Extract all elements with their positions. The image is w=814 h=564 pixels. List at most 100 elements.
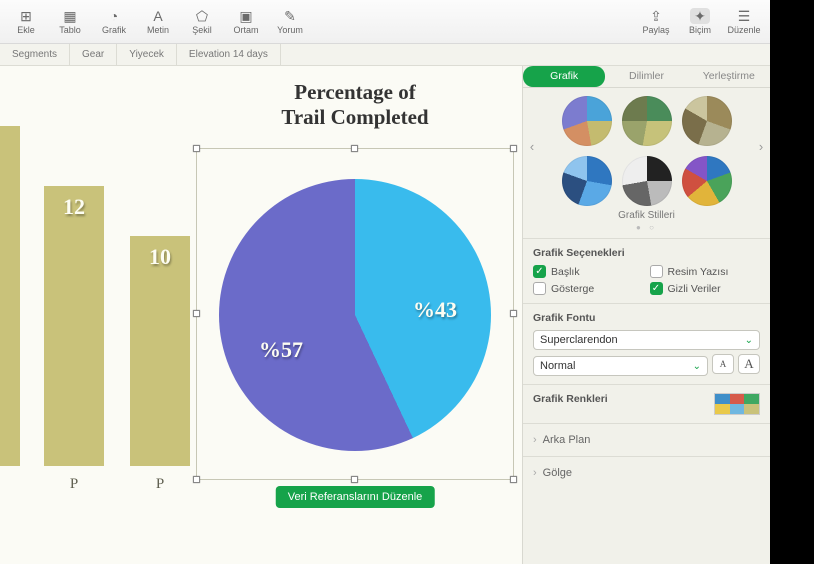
bar-value: 12 xyxy=(44,194,104,220)
resize-handle[interactable] xyxy=(510,310,517,317)
toolbar-label: Paylaş xyxy=(642,25,669,35)
biçim-toolbar-button[interactable]: ✦Biçim xyxy=(682,8,718,35)
inspector-tab-grafik[interactable]: Grafik xyxy=(523,66,605,87)
option-resim-yazısı[interactable]: Resim Yazısı xyxy=(650,265,761,278)
sheet-tab[interactable]: Elevation 14 days xyxy=(177,44,281,65)
şekil-toolbar-button[interactable]: ⬠Şekil xyxy=(184,8,220,35)
font-family-select[interactable]: Superclarendon ⌄ xyxy=(533,330,760,350)
toolbar-label: Metin xyxy=(147,25,169,35)
sheet-tab[interactable]: Segments xyxy=(0,44,70,65)
chart-icon: ◔ xyxy=(104,8,124,24)
toolbar-label: Ortam xyxy=(233,25,258,35)
chart-style-swatch[interactable] xyxy=(622,156,672,206)
metin-toolbar-button[interactable]: AMetin xyxy=(140,8,176,35)
section-title: Grafik Seçenekleri xyxy=(533,247,760,259)
section-title: Grafik Renkleri xyxy=(533,393,608,405)
comment-icon: ✎ xyxy=(280,8,300,24)
inspector-tab-yerleştirme[interactable]: Yerleştirme xyxy=(688,66,770,87)
toolbar-label: Grafik xyxy=(102,25,126,35)
text-icon: A xyxy=(148,8,168,24)
toolbar-label: Tablo xyxy=(59,25,81,35)
color-palette-button[interactable] xyxy=(714,393,760,415)
chart-style-swatch[interactable] xyxy=(682,156,732,206)
slice-label: %43 xyxy=(413,297,457,323)
ortam-toolbar-button[interactable]: ▣Ortam xyxy=(228,8,264,35)
inspector-tab-dilimler[interactable]: Dilimler xyxy=(605,66,687,87)
format-inspector: GrafikDilimlerYerleştirme ‹ › Grafik Sti… xyxy=(522,66,770,564)
option-başlık[interactable]: ✓Başlık xyxy=(533,265,644,278)
paylaş-toolbar-button[interactable]: ⇪Paylaş xyxy=(638,8,674,35)
resize-handle[interactable] xyxy=(351,476,358,483)
toolbar-label: Biçim xyxy=(689,25,711,35)
düzenle-toolbar-button[interactable]: ☰Düzenle xyxy=(726,8,762,35)
chart-options-section: Grafik Seçenekleri ✓BaşlıkResim YazısıGö… xyxy=(523,238,770,303)
sheet-tab[interactable]: Gear xyxy=(70,44,117,65)
sheet-tab[interactable]: Yiyecek xyxy=(117,44,177,65)
bar-value: 10 xyxy=(130,244,190,270)
organize-icon: ☰ xyxy=(734,8,754,24)
canvas[interactable]: 12P10P Percentage of Trail Completed %43… xyxy=(0,66,522,564)
main-toolbar: ⊞Ekle ▦Tablo ◔Grafik AMetin ⬠Şekil ▣Ortam ✎Yor… xyxy=(0,0,770,44)
toolbar-label: Şekil xyxy=(192,25,212,35)
option-label: Resim Yazısı xyxy=(668,266,729,278)
device-bezel xyxy=(770,0,814,564)
bar[interactable]: 12P xyxy=(44,186,104,466)
pie-chart[interactable]: %43 %57 xyxy=(219,179,491,451)
shape-icon: ⬠ xyxy=(192,8,212,24)
font-size-decrease-button[interactable]: A xyxy=(712,354,734,374)
option-label: Başlık xyxy=(551,266,580,278)
font-size-increase-button[interactable]: A xyxy=(738,354,760,374)
pie-chart-object[interactable]: Percentage of Trail Completed %43 %57 Ve xyxy=(196,76,514,504)
selection-box[interactable]: %43 %57 xyxy=(196,148,514,480)
media-icon: ▣ xyxy=(236,8,256,24)
chart-style-swatch[interactable] xyxy=(622,96,672,146)
font-style-select[interactable]: Normal ⌄ xyxy=(533,356,708,376)
bar[interactable] xyxy=(0,126,20,466)
chart-colors-section: Grafik Renkleri xyxy=(523,384,770,423)
tablo-toolbar-button[interactable]: ▦Tablo xyxy=(52,8,88,35)
chevron-down-icon: ⌄ xyxy=(693,361,701,372)
section-title: Grafik Fontu xyxy=(533,312,760,324)
chart-title[interactable]: Percentage of Trail Completed xyxy=(196,80,514,130)
bar-category-label: P xyxy=(44,476,104,493)
resize-handle[interactable] xyxy=(510,145,517,152)
ekle-toolbar-button[interactable]: ⊞Ekle xyxy=(8,8,44,35)
plus-box-icon: ⊞ xyxy=(16,8,36,24)
collapsible-arka-plan[interactable]: Arka Plan xyxy=(523,423,770,456)
toolbar-label: Düzenle xyxy=(727,25,760,35)
chevron-down-icon: ⌄ xyxy=(745,335,753,346)
option-gösterge[interactable]: Gösterge xyxy=(533,282,644,295)
chart-style-swatch[interactable] xyxy=(562,96,612,146)
resize-handle[interactable] xyxy=(510,476,517,483)
resize-handle[interactable] xyxy=(351,145,358,152)
toolbar-label: Yorum xyxy=(277,25,303,35)
chart-styles-label: Grafik Stilleri xyxy=(523,210,770,221)
share-icon: ⇪ xyxy=(646,8,666,24)
table-icon: ▦ xyxy=(60,8,80,24)
checkbox-icon: ✓ xyxy=(650,282,663,295)
resize-handle[interactable] xyxy=(193,310,200,317)
resize-handle[interactable] xyxy=(193,145,200,152)
edit-data-references-button[interactable]: Veri Referanslarını Düzenle xyxy=(276,486,435,508)
checkbox-icon xyxy=(650,265,663,278)
option-label: Gizli Veriler xyxy=(668,283,721,295)
inspector-tabs: GrafikDilimlerYerleştirme xyxy=(523,66,770,88)
collapsible-gölge[interactable]: Gölge xyxy=(523,456,770,489)
option-label: Gösterge xyxy=(551,283,594,295)
chart-style-swatch[interactable] xyxy=(562,156,612,206)
slice-label: %57 xyxy=(259,337,303,363)
page-dots[interactable]: ● ○ xyxy=(523,223,770,232)
bar[interactable]: 10P xyxy=(130,236,190,466)
chart-style-swatch[interactable] xyxy=(682,96,732,146)
resize-handle[interactable] xyxy=(193,476,200,483)
option-gizli-veriler[interactable]: ✓ Gizli Veriler xyxy=(650,282,761,295)
font-family-value: Superclarendon xyxy=(540,334,618,346)
format-icon: ✦ xyxy=(690,8,710,24)
chart-font-section: Grafik Fontu Superclarendon ⌄ Normal ⌄ A… xyxy=(523,303,770,384)
font-style-value: Normal xyxy=(540,360,575,372)
checkbox-icon xyxy=(533,282,546,295)
grafik-toolbar-button[interactable]: ◔Grafik xyxy=(96,8,132,35)
bar-category-label: P xyxy=(130,476,190,493)
yorum-toolbar-button[interactable]: ✎Yorum xyxy=(272,8,308,35)
toolbar-label: Ekle xyxy=(17,25,35,35)
